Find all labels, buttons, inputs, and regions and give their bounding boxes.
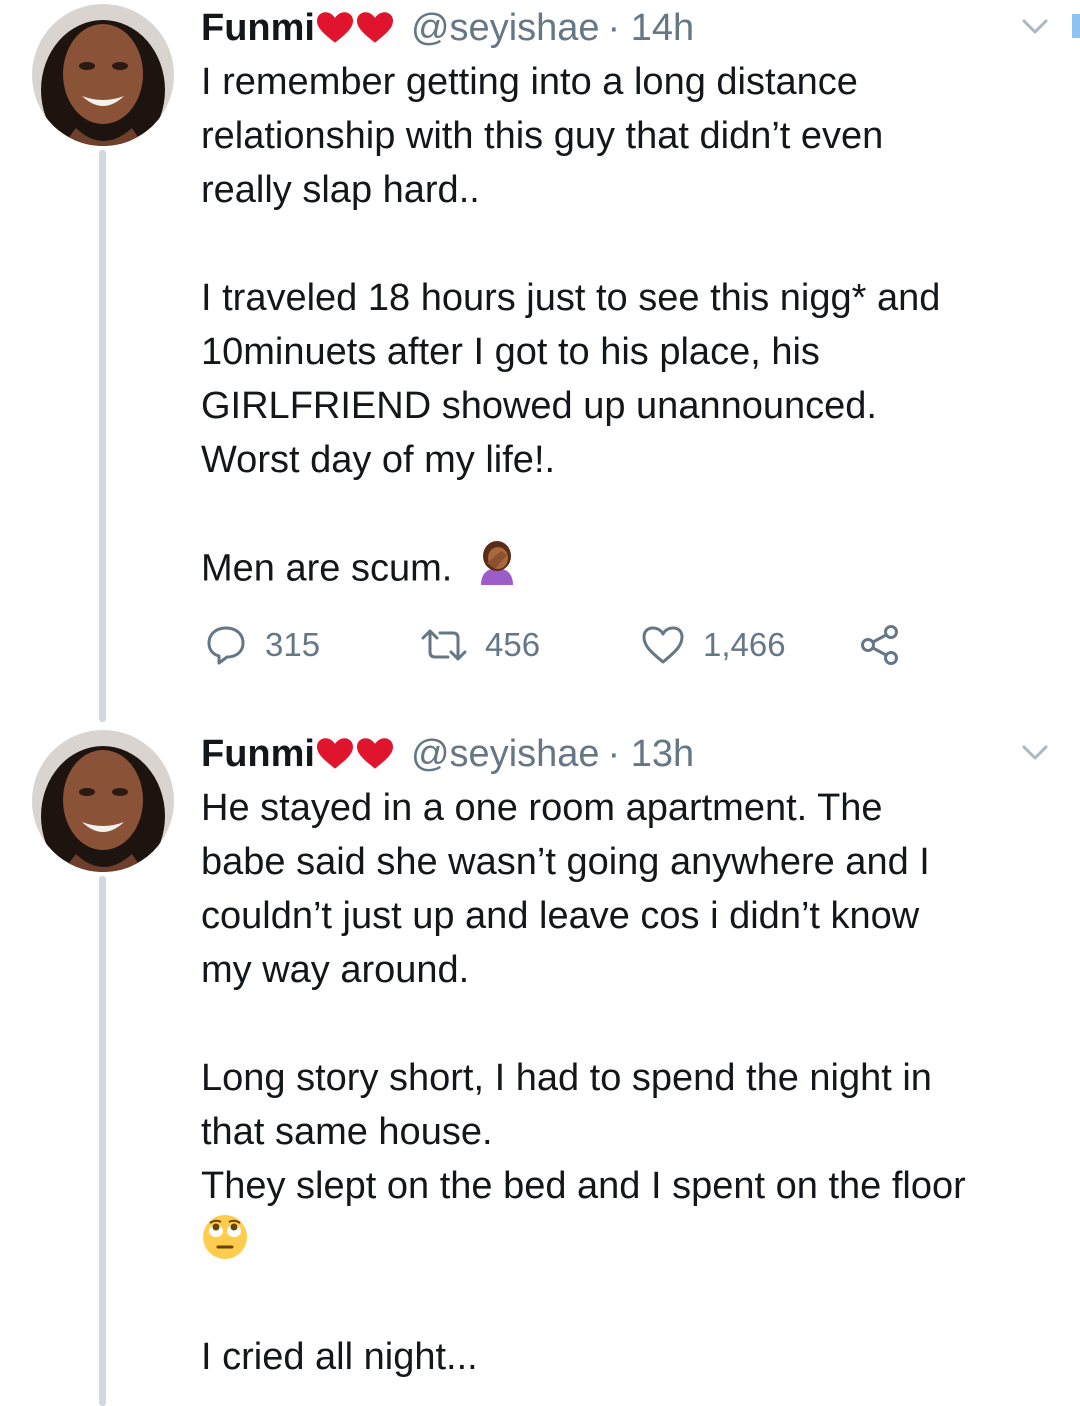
like-button[interactable]: 1,466	[641, 620, 786, 670]
handle[interactable]: @seyishae	[411, 726, 600, 782]
display-name[interactable]: Funmi	[201, 0, 315, 56]
avatar[interactable]	[32, 4, 174, 146]
text-line: couldn’t just up and leave cos i didn’t …	[201, 895, 920, 937]
thread-line	[99, 150, 106, 722]
text-line: Men are scum.	[201, 541, 1051, 600]
chevron-down-icon[interactable]	[1020, 740, 1050, 764]
woman-facepalming-emoji-icon	[477, 541, 517, 600]
share-button[interactable]	[859, 620, 921, 670]
like-count: 1,466	[703, 626, 786, 663]
text-line: relationship with this guy that didn’t e…	[201, 115, 884, 157]
tweet-header: Funmi @seyishae · 13h	[201, 726, 694, 782]
emoji-line	[201, 1213, 1051, 1276]
avatar-photo	[32, 730, 174, 872]
display-name[interactable]: Funmi	[201, 726, 315, 782]
tweet-2[interactable]: Funmi @seyishae · 13h He stayed in a one…	[0, 726, 1080, 1406]
timestamp[interactable]: · 14h	[608, 0, 695, 56]
thread-line	[99, 876, 106, 1406]
text-line: Long story short, I had to spend the nig…	[201, 1057, 932, 1099]
avatar[interactable]	[32, 730, 174, 872]
text-line: GIRLFRIEND showed up unannounced.	[201, 385, 877, 427]
heart-outline-icon	[642, 626, 684, 664]
red-hearts-icon	[316, 738, 397, 770]
text-line: really slap hard..	[201, 169, 480, 211]
tweet-1[interactable]: Funmi @seyishae · 14h I remember getting…	[0, 0, 1080, 722]
scrollbar[interactable]	[1072, 14, 1080, 38]
text-line: He stayed in a one room apartment. The	[201, 787, 883, 829]
reply-count: 315	[265, 626, 321, 663]
tweet-text: I remember getting into a long distance …	[201, 55, 1051, 600]
text-line: I remember getting into a long distance	[201, 61, 858, 103]
text-line-content: Men are scum.	[201, 547, 453, 590]
retweet-button[interactable]: 456	[421, 620, 540, 670]
retweet-icon	[421, 629, 467, 661]
text-line: babe said she wasn’t going anywhere and …	[201, 841, 930, 883]
face-with-rolling-eyes-emoji-icon	[201, 1213, 249, 1276]
handle[interactable]: @seyishae	[411, 0, 600, 56]
text-line: I traveled 18 hours just to see this nig…	[201, 277, 941, 319]
avatar-photo	[32, 4, 174, 146]
share-icon	[861, 625, 898, 665]
text-line: my way around.	[201, 949, 470, 991]
tweet-actions: 315 456 1,466	[201, 620, 961, 670]
timestamp[interactable]: · 13h	[608, 726, 695, 782]
text-line: They slept on the bed and I spent on the…	[201, 1165, 966, 1207]
text-line: that same house.	[201, 1111, 493, 1153]
tweet-header: Funmi @seyishae · 14h	[201, 0, 694, 56]
reply-button[interactable]: 315	[205, 620, 320, 670]
reply-icon	[207, 626, 245, 665]
text-line: I cried all night...	[201, 1336, 478, 1378]
retweet-count: 456	[485, 626, 541, 663]
red-hearts-icon	[316, 12, 397, 44]
chevron-down-icon[interactable]	[1020, 14, 1050, 38]
text-line: Worst day of my life!.	[201, 439, 556, 481]
tweet-text: He stayed in a one room apartment. The b…	[201, 781, 1051, 1384]
text-line: 10minuets after I got to his place, his	[201, 331, 820, 373]
